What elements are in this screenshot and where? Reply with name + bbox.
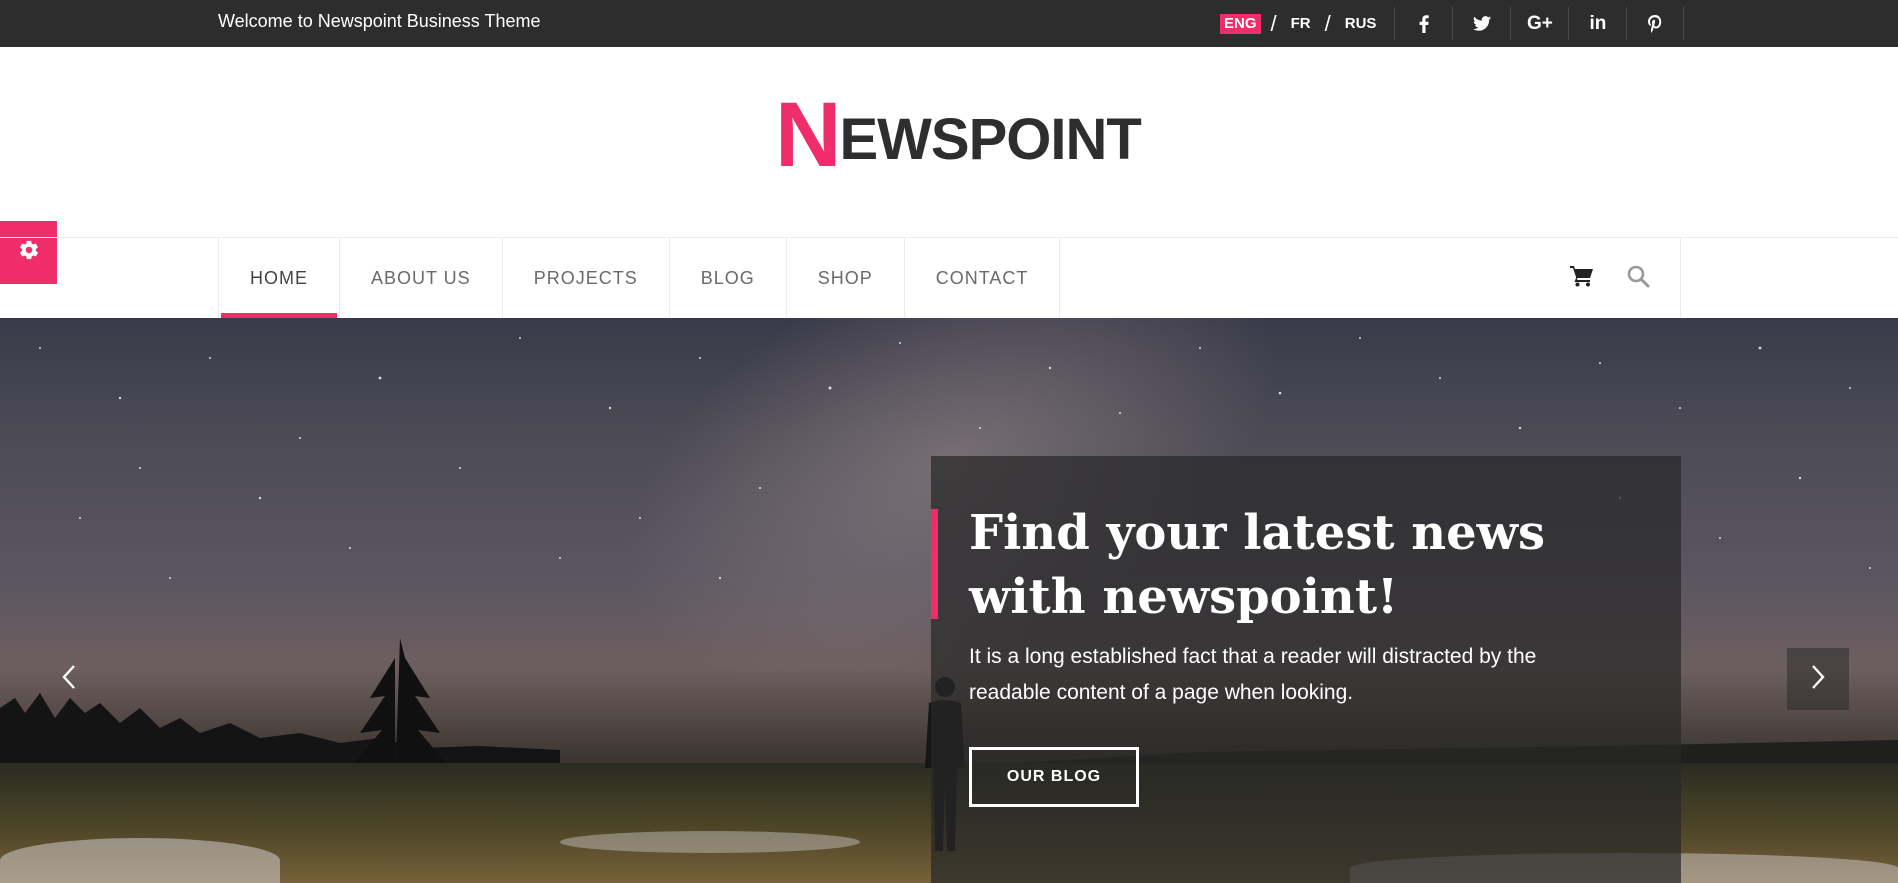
nav-item-home[interactable]: HOME [218,238,340,318]
logo-initial: N [775,84,841,186]
chevron-left-icon [61,664,77,695]
main-nav: HOME ABOUT US PROJECTS BLOG SHOP CONTACT [218,238,1681,318]
nav-item-projects[interactable]: PROJECTS [503,238,670,318]
topbar-right: ENG / FR / RUS G+ in [1220,0,1685,47]
nav-actions [1570,238,1650,318]
welcome-text: Welcome to Newspoint Business Theme [218,11,541,31]
language-rus[interactable]: RUS [1341,14,1381,34]
hero-slider: Find your latest news with newspoint! It… [0,318,1898,883]
facebook-icon[interactable] [1394,7,1452,40]
chevron-right-icon [1810,664,1826,695]
site-logo[interactable]: N EWSPOINT [775,84,1142,186]
slider-prev-button[interactable] [38,648,100,710]
language-separator: / [1324,10,1331,36]
linkedin-icon[interactable]: in [1568,7,1626,40]
hero-accent-bar [931,509,938,619]
nav-item-about-us[interactable]: ABOUT US [340,238,503,318]
hero-caption-panel: Find your latest news with newspoint! It… [931,456,1681,883]
search-icon[interactable] [1626,264,1650,293]
hero-description: It is a long established fact that a rea… [969,645,1537,704]
gear-icon [18,239,40,266]
twitter-icon[interactable] [1452,7,1510,40]
settings-toggle-button[interactable] [0,221,57,284]
hero-title: Find your latest news with newspoint! [969,505,1546,625]
nav-item-shop[interactable]: SHOP [787,238,905,318]
language-fr[interactable]: FR [1287,14,1315,34]
google-plus-icon[interactable]: G+ [1510,7,1568,40]
top-bar: Welcome to Newspoint Business Theme ENG … [0,0,1898,47]
nav-item-blog[interactable]: BLOG [670,238,787,318]
logo-wordmark: EWSPOINT [839,107,1141,172]
social-links: G+ in [1394,7,1685,40]
language-eng[interactable]: ENG [1220,13,1261,34]
slider-next-button[interactable] [1787,648,1849,710]
hero-background-snow [560,831,860,853]
language-separator: / [1270,10,1277,36]
nav-item-contact[interactable]: CONTACT [905,238,1061,318]
hero-background-snow [0,838,280,883]
our-blog-button[interactable]: OUR BLOG [969,747,1139,807]
cart-icon[interactable] [1570,265,1594,292]
pinterest-icon[interactable] [1626,7,1685,40]
